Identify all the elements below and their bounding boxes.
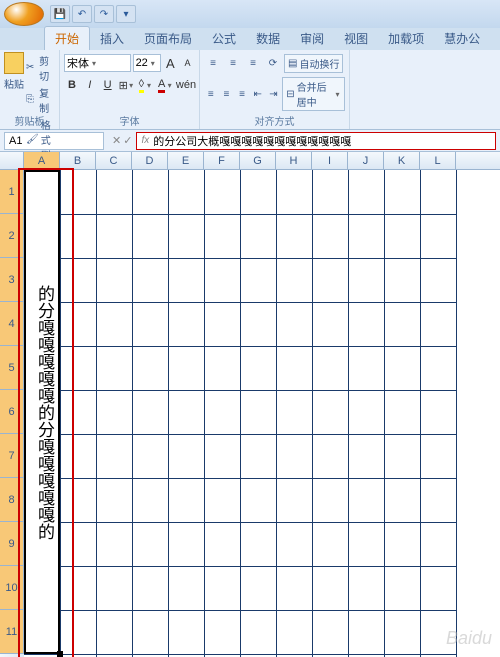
group-alignment: ≡ ≡ ≡ ⟳ ▤自动换行 ≡ ≡ ≡ ⇤ ⇥ ⊟合并后居中▾ 对齐方式	[200, 50, 350, 129]
column-headers: ABCDEFGHIJKL	[0, 152, 500, 170]
qat-more[interactable]: ▾	[116, 5, 136, 23]
wrap-icon: ▤	[288, 58, 297, 69]
fx-icon: fx	[141, 135, 149, 146]
cut-button[interactable]: ✂剪切	[26, 53, 55, 83]
paste-icon	[4, 52, 24, 74]
font-color-icon: A	[158, 78, 165, 93]
tab-view[interactable]: 视图	[334, 27, 378, 50]
paste-label: 粘贴	[4, 76, 24, 91]
col-header-h[interactable]: H	[276, 152, 312, 169]
formula-text: 的分公司大概嘎嘎嘎嘎嘎嘎嘎嘎嘎嘎嘎嘎	[153, 133, 351, 149]
col-header-i[interactable]: I	[312, 152, 348, 169]
row-header-11[interactable]: 11	[0, 610, 24, 654]
col-header-l[interactable]: L	[420, 152, 456, 169]
shrink-font-button[interactable]: A	[180, 54, 195, 72]
col-header-b[interactable]: B	[60, 152, 96, 169]
align-right-button[interactable]: ≡	[235, 85, 249, 103]
worksheet[interactable]: ABCDEFGHIJKL 1234567891011 的分嘎嘎嘎嘎嘎的分嘎嘎嘎嘎…	[0, 152, 500, 657]
cancel-formula-icon[interactable]: ✕	[112, 134, 121, 147]
col-header-e[interactable]: E	[168, 152, 204, 169]
row-header-2[interactable]: 2	[0, 214, 24, 258]
row-header-9[interactable]: 9	[0, 522, 24, 566]
group-label-align: 对齐方式	[200, 113, 349, 128]
copy-icon: ⎘	[26, 94, 37, 106]
row-header-6[interactable]: 6	[0, 390, 24, 434]
copy-button[interactable]: ⎘复制	[26, 85, 55, 115]
paste-button[interactable]: 粘贴	[4, 52, 24, 102]
group-label-clipboard: 剪贴板	[0, 113, 59, 128]
orientation-button[interactable]: ⟳	[264, 55, 282, 73]
office-button[interactable]	[4, 2, 44, 26]
wrap-text-button[interactable]: ▤自动换行	[284, 54, 343, 73]
merge-icon: ⊟	[286, 89, 294, 100]
select-all-corner[interactable]	[0, 152, 24, 169]
merge-center-button[interactable]: ⊟合并后居中▾	[282, 77, 345, 111]
border-button[interactable]: ⊞▾	[118, 76, 136, 94]
tab-review[interactable]: 审阅	[290, 27, 334, 50]
watermark: Baidu	[446, 628, 492, 649]
tab-formula[interactable]: 公式	[202, 27, 246, 50]
underline-button[interactable]: U	[100, 76, 116, 94]
bold-button[interactable]: B	[64, 76, 80, 94]
col-header-k[interactable]: K	[384, 152, 420, 169]
align-left-button[interactable]: ≡	[204, 85, 218, 103]
tab-huiban[interactable]: 慧办公	[434, 27, 490, 50]
grow-font-button[interactable]: A	[163, 54, 178, 72]
align-bottom-button[interactable]: ≡	[244, 55, 262, 73]
ribbon: 粘贴 ✂剪切 ⎘复制 🖌格式刷 剪贴板 宋体▾ 22▾ A A B I U ⊞▾…	[0, 50, 500, 130]
qat-save[interactable]: 💾	[50, 5, 70, 23]
qat-redo[interactable]: ↷	[94, 5, 114, 23]
col-header-f[interactable]: F	[204, 152, 240, 169]
italic-button[interactable]: I	[82, 76, 98, 94]
chevron-down-icon: ▾	[89, 59, 99, 68]
col-header-j[interactable]: J	[348, 152, 384, 169]
tab-addins[interactable]: 加载项	[378, 27, 434, 50]
fill-handle[interactable]	[57, 651, 63, 657]
row-header-4[interactable]: 4	[0, 302, 24, 346]
align-middle-button[interactable]: ≡	[224, 55, 242, 73]
row-header-10[interactable]: 10	[0, 566, 24, 610]
align-center-button[interactable]: ≡	[220, 85, 234, 103]
cells-area[interactable]: 的分嘎嘎嘎嘎嘎的分嘎嘎嘎嘎嘎的	[24, 170, 500, 657]
cell-a1[interactable]: 的分嘎嘎嘎嘎嘎的分嘎嘎嘎嘎嘎的	[24, 170, 60, 654]
fill-color-button[interactable]: ◊▾	[138, 76, 155, 94]
border-icon: ⊞	[119, 79, 128, 92]
font-color-button[interactable]: A▾	[157, 76, 175, 94]
group-font: 宋体▾ 22▾ A A B I U ⊞▾ ◊▾ A▾ wén 字体	[60, 50, 200, 129]
formula-bar[interactable]: fx 的分公司大概嘎嘎嘎嘎嘎嘎嘎嘎嘎嘎嘎嘎	[136, 132, 496, 150]
group-label-font: 字体	[60, 113, 199, 128]
ribbon-tabs: 开始 插入 页面布局 公式 数据 审阅 视图 加载项 慧办公	[0, 28, 500, 50]
tab-home[interactable]: 开始	[44, 26, 90, 50]
indent-dec-button[interactable]: ⇤	[251, 85, 265, 103]
phonetic-icon: wén	[176, 79, 196, 91]
col-header-a[interactable]: A	[24, 152, 60, 169]
align-top-button[interactable]: ≡	[204, 55, 222, 73]
row-header-3[interactable]: 3	[0, 258, 24, 302]
indent-inc-button[interactable]: ⇥	[267, 85, 281, 103]
tab-layout[interactable]: 页面布局	[134, 27, 202, 50]
row-header-5[interactable]: 5	[0, 346, 24, 390]
col-header-g[interactable]: G	[240, 152, 276, 169]
group-clipboard: 粘贴 ✂剪切 ⎘复制 🖌格式刷 剪贴板	[0, 50, 60, 129]
tab-data[interactable]: 数据	[246, 27, 290, 50]
row-header-7[interactable]: 7	[0, 434, 24, 478]
scissors-icon: ✂	[26, 62, 37, 74]
row-header-8[interactable]: 8	[0, 478, 24, 522]
tab-insert[interactable]: 插入	[90, 27, 134, 50]
row-headers: 1234567891011	[0, 170, 24, 657]
phonetic-button[interactable]: wén	[177, 76, 195, 94]
chevron-down-icon: ▾	[148, 59, 158, 68]
font-name-combo[interactable]: 宋体▾	[64, 54, 131, 72]
row-header-1[interactable]: 1	[0, 170, 24, 214]
col-header-d[interactable]: D	[132, 152, 168, 169]
brush-icon: 🖌	[26, 134, 39, 146]
qat-undo[interactable]: ↶	[72, 5, 92, 23]
col-header-c[interactable]: C	[96, 152, 132, 169]
font-size-combo[interactable]: 22▾	[133, 54, 161, 72]
enter-formula-icon[interactable]: ✓	[123, 134, 132, 147]
